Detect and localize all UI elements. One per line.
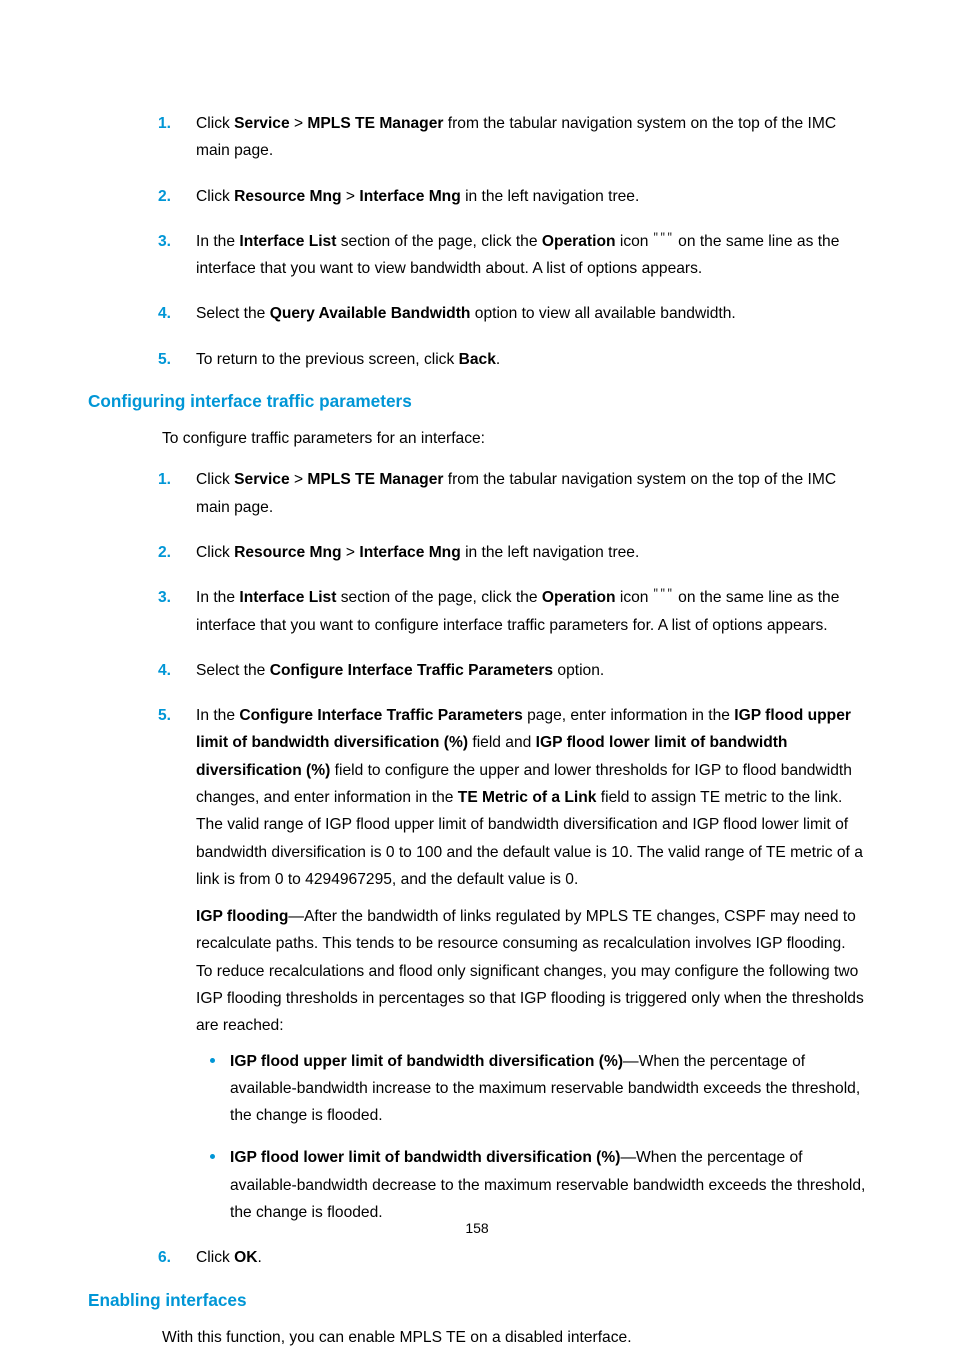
text-bold: Configure Interface Traffic Parameters	[239, 707, 522, 724]
text: page, enter information in the	[523, 707, 735, 724]
list-item: 3. In the Interface List section of the p…	[88, 584, 866, 639]
step-number: 5.	[158, 346, 171, 373]
text-bold: Service	[234, 115, 290, 132]
step-number: 3.	[158, 584, 171, 611]
text: Click	[196, 1249, 234, 1266]
step-number: 4.	[158, 657, 171, 684]
text: >	[290, 115, 308, 132]
steps-list-2: 1.Click Service > MPLS TE Manager from t…	[88, 466, 866, 1271]
text: section of the page, click the	[336, 589, 541, 606]
igp-flooding-block: IGP flooding—After the bandwidth of link…	[196, 903, 866, 1039]
list-item: 2. Click Resource Mng > Interface Mng in …	[88, 539, 866, 566]
text: —After the bandwidth of links regulated …	[196, 908, 864, 1034]
intro-text: To configure traffic parameters for an i…	[162, 426, 866, 453]
text-bold: TE Metric of a Link	[458, 789, 597, 806]
text-bold: Interface Mng	[359, 544, 460, 561]
text: in the left navigation tree.	[461, 188, 640, 205]
text-bold: Query Available Bandwidth	[270, 305, 471, 322]
text: >	[290, 471, 308, 488]
bullet-icon	[210, 1058, 215, 1063]
text: >	[342, 544, 360, 561]
text-bold: Resource Mng	[234, 544, 341, 561]
list-item: 6. Click OK.	[88, 1244, 866, 1271]
text-bold: OK	[234, 1249, 257, 1266]
step-number: 2.	[158, 183, 171, 210]
text-bold: Interface List	[239, 233, 336, 250]
list-item: 3. In the Interface List section of the p…	[88, 228, 866, 283]
step-number: 3.	[158, 228, 171, 255]
text: Click	[196, 471, 234, 488]
text: Click	[196, 115, 234, 132]
text-bold: IGP flooding	[196, 908, 288, 925]
text: In the	[196, 589, 239, 606]
text: section of the page, click the	[336, 233, 541, 250]
bullet-list: IGP flood upper limit of bandwidth diver…	[196, 1048, 866, 1227]
text-bold: IGP flood lower limit of bandwidth diver…	[230, 1149, 620, 1166]
text-bold: Interface List	[239, 589, 336, 606]
text: Select the	[196, 662, 270, 679]
text-bold: Interface Mng	[359, 188, 460, 205]
text: field and	[468, 734, 536, 751]
list-item: 5. To return to the previous screen, clic…	[88, 346, 866, 373]
heading-configuring: Configuring interface traffic parameters	[88, 391, 866, 412]
text: option.	[553, 662, 604, 679]
list-item: 5. In the Configure Interface Traffic Par…	[88, 702, 866, 1226]
step-number: 1.	[158, 110, 171, 137]
bullet-item: IGP flood upper limit of bandwidth diver…	[196, 1048, 866, 1130]
text-bold: Resource Mng	[234, 188, 341, 205]
text-bold: Back	[459, 351, 496, 368]
text: .	[496, 351, 500, 368]
text: In the	[196, 233, 239, 250]
step-number: 1.	[158, 466, 171, 493]
text-bold: IGP flood upper limit of bandwidth diver…	[230, 1053, 623, 1070]
operation-icon: """	[653, 586, 674, 604]
text-bold: Service	[234, 471, 290, 488]
list-item: 1.Click Service > MPLS TE Manager from t…	[88, 466, 866, 521]
text-bold: Operation	[542, 233, 616, 250]
text: Select the	[196, 305, 270, 322]
text: Click	[196, 544, 234, 561]
text-bold: Configure Interface Traffic Parameters	[270, 662, 553, 679]
document-page: 1.Click Service > MPLS TE Manager from t…	[0, 0, 954, 1296]
text: To return to the previous screen, click	[196, 351, 459, 368]
bullet-icon	[210, 1154, 215, 1159]
text: in the left navigation tree.	[461, 544, 640, 561]
text: icon	[616, 233, 653, 250]
heading-enabling: Enabling interfaces	[88, 1290, 866, 1311]
text: >	[342, 188, 360, 205]
bullet-item: IGP flood lower limit of bandwidth diver…	[196, 1144, 866, 1226]
list-item: 4. Select the Configure Interface Traffic…	[88, 657, 866, 684]
text: Click	[196, 188, 234, 205]
steps-list-1: 1.Click Service > MPLS TE Manager from t…	[88, 110, 866, 373]
text: icon	[616, 589, 653, 606]
intro-text: With this function, you can enable MPLS …	[162, 1325, 866, 1351]
text-bold: Operation	[542, 589, 616, 606]
list-item: 2. Click Resource Mng > Interface Mng in …	[88, 183, 866, 210]
operation-icon: """	[653, 230, 674, 248]
page-number: 158	[0, 1220, 954, 1236]
list-item: 4. Select the Query Available Bandwidth o…	[88, 300, 866, 327]
list-item: 1.Click Service > MPLS TE Manager from t…	[88, 110, 866, 165]
step-number: 6.	[158, 1244, 171, 1271]
step-number: 2.	[158, 539, 171, 566]
text-bold: MPLS TE Manager	[307, 471, 443, 488]
text: option to view all available bandwidth.	[470, 305, 735, 322]
text-bold: MPLS TE Manager	[307, 115, 443, 132]
text: In the	[196, 707, 239, 724]
step-number: 5.	[158, 702, 171, 729]
step-number: 4.	[158, 300, 171, 327]
text: .	[258, 1249, 262, 1266]
